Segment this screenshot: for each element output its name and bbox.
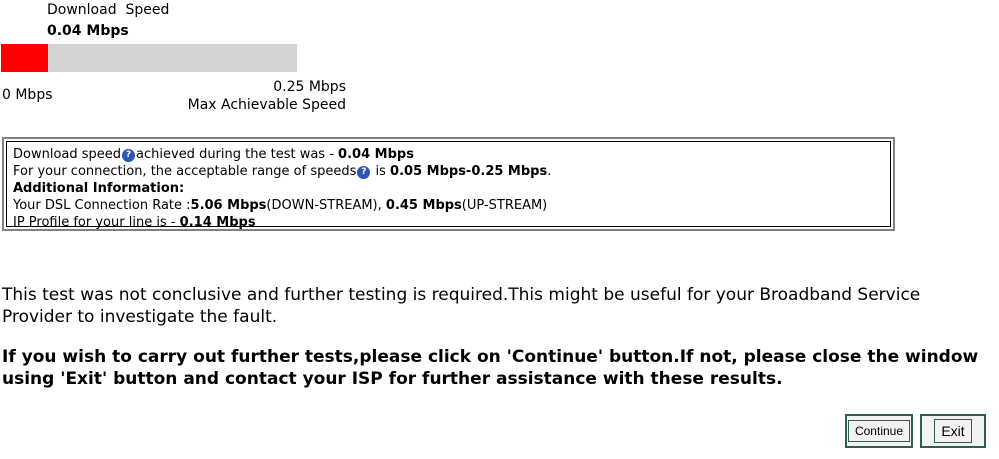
speed-value: 0.04 Mbps [47, 23, 129, 39]
speed-bar-fill [1, 44, 49, 72]
info-line2-mid: is [371, 164, 391, 179]
info-line5-value: 0.14 Mbps [179, 215, 256, 230]
help-icon[interactable]: ? [357, 166, 371, 179]
info-line-range: For your connection, the acceptable rang… [13, 163, 884, 180]
info-line4-up: 0.45 Mbps [385, 198, 462, 213]
info-line5-pre: IP Profile for your line is - [13, 215, 180, 230]
info-line1-pre: Download speed [13, 147, 122, 162]
info-line4-down-label: (DOWN-STREAM), [266, 198, 386, 213]
info-line-dsl-rate: Your DSL Connection Rate :5.06 Mbps(DOWN… [13, 197, 884, 214]
info-additional-heading: Additional Information: [13, 180, 884, 197]
info-line-download: Download speed? achieved during the test … [13, 146, 884, 163]
continue-button-label: Continue [847, 420, 911, 442]
info-line2-pre: For your connection, the acceptable rang… [13, 164, 357, 179]
info-box: Download speed? achieved during the test … [2, 137, 895, 231]
info-inner: Download speed? achieved during the test … [6, 141, 891, 230]
info-line4-pre: Your DSL Connection Rate : [13, 198, 191, 213]
exit-button-label: Exit [934, 419, 972, 443]
continue-button[interactable]: Continue [845, 414, 913, 448]
info-line-ip-profile: IP Profile for your line is - 0.14 Mbps [13, 214, 884, 231]
info-line1-post: achieved during the test was - [136, 147, 339, 162]
info-line2-value: 0.05 Mbps-0.25 Mbps [390, 164, 548, 179]
scale-max-value: 0.25 Mbps [273, 79, 346, 95]
info-line1-value: 0.04 Mbps [338, 147, 414, 162]
info-line4-up-label: (UP-STREAM) [461, 198, 548, 213]
info-line4-down: 5.06 Mbps [190, 198, 267, 213]
speed-title: Download Speed [47, 2, 170, 18]
exit-button[interactable]: Exit [920, 414, 986, 448]
instruction-message: If you wish to carry out further tests,p… [2, 347, 979, 389]
scale-min-label: 0 Mbps [2, 87, 53, 103]
scale-max-label: Max Achievable Speed [187, 97, 346, 113]
speed-bar [1, 44, 297, 72]
result-message: This test was not conclusive and further… [2, 285, 921, 327]
info-line2-end: . [547, 164, 552, 179]
additional-info-label: Additional Information: [13, 181, 185, 196]
scale-max: 0.25 Mbps Max Achievable Speed [170, 78, 346, 114]
help-icon[interactable]: ? [122, 149, 136, 162]
